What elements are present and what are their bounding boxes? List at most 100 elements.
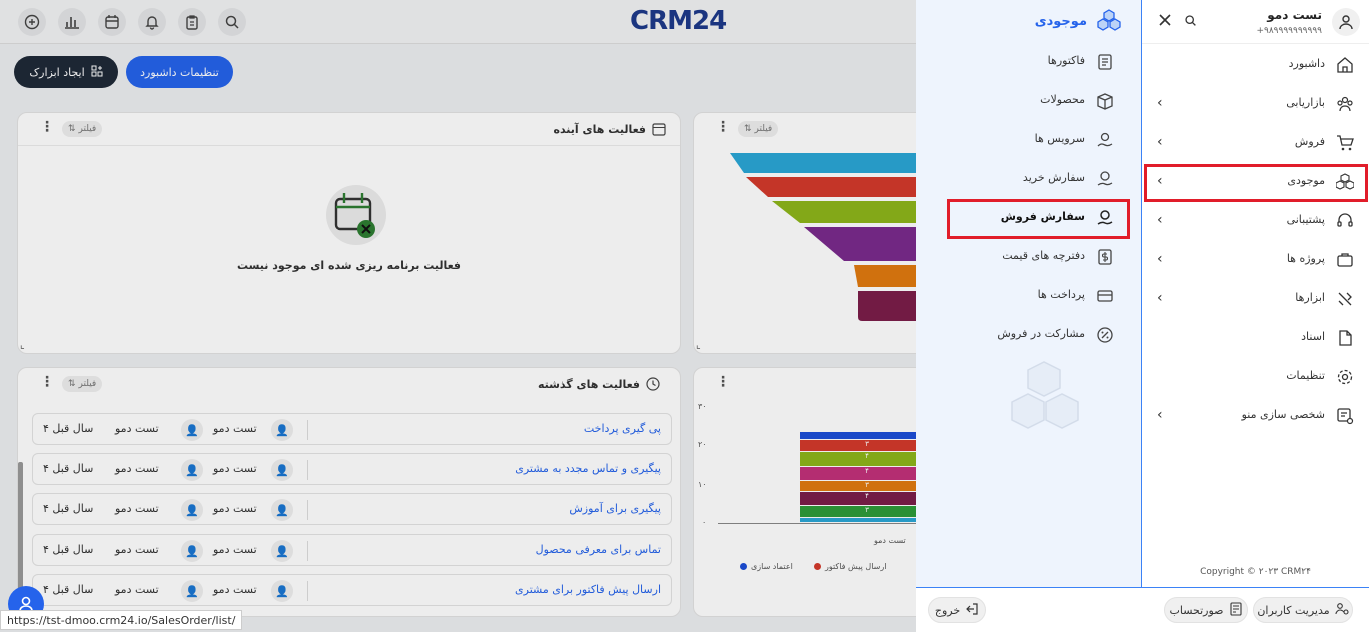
- chevron-left-icon: ‹: [1157, 134, 1163, 150]
- user-avatar-icon[interactable]: [1332, 8, 1360, 36]
- table-row[interactable]: تماس برای معرفی محصول 👤 تست دمو 👤 تست دمو …: [32, 534, 672, 566]
- legend-label: اعتماد سازی: [751, 562, 793, 571]
- home-icon: [1335, 55, 1355, 75]
- close-icon[interactable]: [1158, 13, 1172, 30]
- sidebar-item-documents[interactable]: اسناد: [1151, 326, 1359, 350]
- create-widget-button[interactable]: ایجاد ابزارک: [14, 56, 118, 88]
- submenu-item-products[interactable]: محصولات: [935, 89, 1115, 113]
- x-label: تست دمو: [874, 536, 906, 545]
- submenu-item-pricebooks[interactable]: دفترچه های قیمت: [935, 245, 1115, 269]
- sidebar-item-settings[interactable]: تنظیمات: [1151, 365, 1359, 389]
- user-management-button[interactable]: مدیریت کاربران: [1253, 597, 1353, 623]
- bar-chart-card: ⋮ ۳۰ ۲۰ ۱۰ ۰ ۳ ۴ ۴ ۳ ۴ ۳ تست دمو اعتماد …: [693, 367, 933, 617]
- filter-label: فیلتر: [754, 124, 773, 134]
- user-avatar-icon: 👤: [271, 499, 293, 521]
- sidebar-item-projects[interactable]: پروژه ها ‹: [1151, 248, 1359, 272]
- bar-segment: [800, 518, 932, 522]
- search-icon[interactable]: [1184, 14, 1197, 30]
- more-menu-icon[interactable]: ⋮: [40, 120, 54, 134]
- user-name: تست دمو: [115, 543, 159, 556]
- boxes-icon: [1097, 8, 1121, 35]
- activity-title[interactable]: تماس برای معرفی محصول: [536, 543, 661, 556]
- more-menu-icon[interactable]: ⋮: [40, 375, 54, 389]
- table-row[interactable]: پیگیری برای آموزش 👤 تست دمو 👤 تست دمو ۴ سا…: [32, 493, 672, 525]
- sidebar-item-tools[interactable]: ابزارها ‹: [1151, 287, 1359, 311]
- activity-title[interactable]: ارسال پیش فاکتور برای مشتری: [515, 583, 661, 596]
- submenu-header: موجودی: [1035, 8, 1121, 35]
- calendar-icon[interactable]: [98, 8, 126, 36]
- sidebar-item-label: اسناد: [1301, 330, 1325, 343]
- tools-icon: [1335, 289, 1355, 309]
- chart-icon[interactable]: [58, 8, 86, 36]
- table-row[interactable]: پی گیری پرداخت 👤 تست دمو 👤 تست دمو ۴ سال ق…: [32, 413, 672, 445]
- scrollbar[interactable]: [18, 462, 23, 592]
- crm24-logo[interactable]: CRM24: [630, 6, 727, 36]
- cart-icon: [1335, 133, 1355, 153]
- funnel-segment: [746, 177, 932, 197]
- resize-handle[interactable]: ⌞: [20, 340, 25, 351]
- search-icon[interactable]: [218, 8, 246, 36]
- calendar-small-icon: [652, 122, 666, 139]
- submenu-item-sales-participation[interactable]: مشارکت در فروش: [935, 323, 1115, 347]
- submenu-item-purchase-order[interactable]: سفارش خرید: [935, 167, 1115, 191]
- user-name: تست دمو: [115, 462, 159, 475]
- clipboard-icon[interactable]: [178, 8, 206, 36]
- logout-button[interactable]: خروج: [928, 597, 986, 623]
- logout-icon: [965, 602, 979, 619]
- gear-icon: [1335, 367, 1355, 387]
- more-menu-icon[interactable]: ⋮: [716, 375, 730, 389]
- activity-date: ۴ سال قبل: [43, 583, 94, 596]
- legend-item: ارسال پیش فاکتور: [814, 562, 886, 571]
- user-avatar-icon: 👤: [271, 580, 293, 602]
- logout-label: خروج: [934, 603, 961, 617]
- user-avatar-icon: 👤: [271, 419, 293, 441]
- submenu-item-label: محصولات: [1040, 93, 1085, 106]
- submenu-item-label: پرداخت ها: [1037, 288, 1085, 301]
- dashboard-settings-button[interactable]: تنظیمات داشبورد: [126, 56, 233, 88]
- resize-handle[interactable]: ⌞: [696, 340, 701, 351]
- activity-title[interactable]: پیگیری برای آموزش: [569, 502, 661, 515]
- y-tick: ۰: [702, 518, 707, 527]
- y-tick: ۱۰: [698, 480, 707, 489]
- chevron-left-icon: ‹: [1157, 407, 1163, 423]
- chevron-left-icon: ‹: [1157, 95, 1163, 111]
- sidebar-item-support[interactable]: پشتیبانی ‹: [1151, 209, 1359, 233]
- sidebar-item-dashboard[interactable]: داشبورد: [1151, 53, 1359, 77]
- main-sidebar: تست دمو +۹۸۹۹۹۹۹۹۹۹۹۹ داشبورد بازاریابی …: [1141, 0, 1369, 632]
- widget-add-icon: [91, 65, 103, 80]
- bar-segment: [800, 432, 932, 439]
- user-name: تست دمو: [115, 502, 159, 515]
- submenu-item-payments[interactable]: پرداخت ها: [935, 284, 1115, 308]
- user-name: تست دمو: [213, 422, 257, 435]
- sidebar-item-marketing[interactable]: بازاریابی ‹: [1151, 92, 1359, 116]
- user-management-label: مدیریت کاربران: [1257, 603, 1330, 617]
- bar-segment: ۴: [800, 467, 932, 480]
- filter-label: فیلتر: [78, 124, 97, 134]
- add-icon[interactable]: [18, 8, 46, 36]
- sidebar-item-customize-menu[interactable]: شخصی سازی منو ‹: [1151, 404, 1359, 428]
- empty-state-text: فعالیت برنامه ریزی شده ای موجود نیست: [236, 259, 462, 272]
- submenu-item-invoices[interactable]: فاکتورها: [935, 50, 1115, 74]
- clock-icon: [646, 377, 660, 394]
- filter-chip[interactable]: ⇅ فیلتر: [62, 376, 103, 392]
- copyright: Copyright © ۲۰۲۳ CRM۲۴: [1200, 567, 1311, 577]
- activity-title[interactable]: پیگیری و تماس مجدد به مشتری: [515, 462, 661, 475]
- table-row[interactable]: پیگیری و تماس مجدد به مشتری 👤 تست دمو 👤 تس…: [32, 453, 672, 485]
- legend-dot: [740, 563, 747, 570]
- activity-title[interactable]: پی گیری پرداخت: [584, 422, 661, 435]
- invoice-button[interactable]: صورتحساب: [1164, 597, 1248, 623]
- filter-icon: ⇅: [744, 124, 752, 134]
- funnel-segment: [730, 153, 932, 173]
- filter-chip[interactable]: ⇅ فیلتر: [62, 121, 103, 137]
- funnel-filter-chip[interactable]: ⇅ فیلتر: [738, 121, 779, 137]
- highlight-sales-order: [947, 199, 1130, 239]
- bell-icon[interactable]: [138, 8, 166, 36]
- past-title: فعالیت های گذشته: [537, 378, 640, 391]
- chevron-left-icon: ‹: [1157, 290, 1163, 306]
- sidebar-item-sales[interactable]: فروش ‹: [1151, 131, 1359, 155]
- table-row[interactable]: ارسال پیش فاکتور برای مشتری 👤 تست دمو 👤 تس…: [32, 574, 672, 606]
- upcoming-title: فعالیت های آینده: [553, 123, 646, 136]
- more-menu-icon[interactable]: ⋮: [716, 120, 730, 134]
- submenu-item-services[interactable]: سرویس ها: [935, 128, 1115, 152]
- activity-date: ۴ سال قبل: [43, 462, 94, 475]
